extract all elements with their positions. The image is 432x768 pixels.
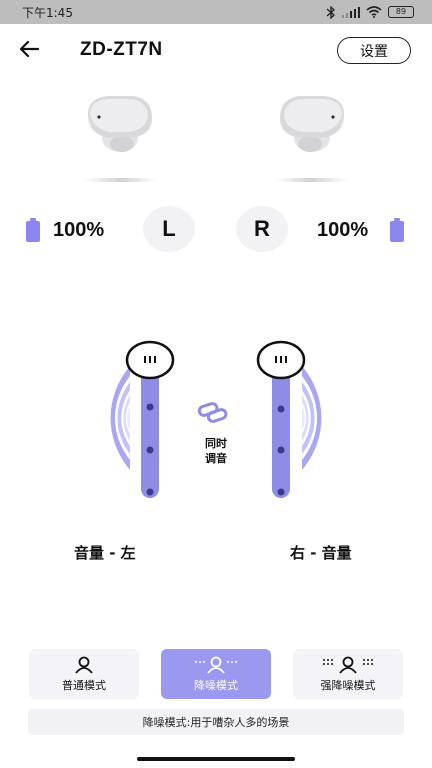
status-bar: 下午1:45 89 xyxy=(0,0,432,24)
settings-button[interactable]: 设置 xyxy=(337,37,411,64)
left-volume-slider[interactable] xyxy=(141,360,159,498)
mode-description: 降噪模式:用于嘈杂人多的场景 xyxy=(28,709,404,735)
mode-selector: 普通模式 降噪模式 强降噪模式 xyxy=(0,649,432,699)
right-battery-icon xyxy=(390,218,404,242)
right-volume-slider[interactable] xyxy=(272,360,290,498)
wifi-icon xyxy=(366,6,382,18)
mode-normal-button[interactable]: 普通模式 xyxy=(29,649,139,699)
status-icons: 89 xyxy=(326,5,414,19)
arrow-left-icon xyxy=(19,40,40,58)
battery-row: 100% L R 100% xyxy=(0,205,432,252)
right-slider-handle[interactable] xyxy=(256,340,306,380)
mode-strong-noise-cancel-button[interactable]: 强降噪模式 xyxy=(293,649,403,699)
home-indicator[interactable] xyxy=(137,757,295,761)
left-sound-waves xyxy=(110,366,130,470)
left-volume-label: 音量 - 左 xyxy=(74,544,136,562)
right-battery-value: 100% xyxy=(317,219,369,241)
left-battery-icon xyxy=(26,218,40,242)
bluetooth-icon xyxy=(326,5,335,19)
left-earbud-shadow xyxy=(82,178,160,182)
right-earbud-shadow xyxy=(272,178,350,182)
mode-strong-noise-cancel-label: 强降噪模式 xyxy=(320,678,376,692)
sync-label-line2: 调音 xyxy=(205,452,227,465)
person-icon xyxy=(75,656,93,674)
person-strong-noise-icon xyxy=(323,656,373,674)
mode-normal-label: 普通模式 xyxy=(62,678,106,692)
left-battery-value: 100% xyxy=(53,219,105,241)
person-noise-icon xyxy=(195,656,237,674)
sync-label-line1: 同时 xyxy=(205,437,227,450)
sync-volume-label[interactable]: 同时 调音 xyxy=(195,436,237,466)
left-side-indicator: L xyxy=(143,206,195,252)
page-title: ZD-ZT7N xyxy=(80,39,163,60)
right-sound-waves xyxy=(302,366,322,470)
mode-noise-cancel-button[interactable]: 降噪模式 xyxy=(161,649,271,699)
link-icon[interactable] xyxy=(197,402,228,423)
signal-icon xyxy=(342,6,360,18)
header: ZD-ZT7N 设置 xyxy=(0,24,432,76)
right-side-indicator: R xyxy=(236,206,288,252)
mode-noise-cancel-label: 降噪模式 xyxy=(194,678,238,692)
battery-icon: 89 xyxy=(388,6,414,18)
volume-control-area: 同时 调音 xyxy=(0,330,432,510)
left-slider-handle[interactable] xyxy=(125,340,175,380)
left-earbud-image xyxy=(82,90,162,166)
back-button[interactable] xyxy=(18,38,44,62)
status-time: 下午1:45 xyxy=(22,5,73,20)
volume-graphic xyxy=(110,340,322,498)
status-battery-value: 89 xyxy=(395,7,407,16)
right-earbud-image xyxy=(270,90,350,166)
right-volume-label: 右 - 音量 xyxy=(290,544,352,562)
